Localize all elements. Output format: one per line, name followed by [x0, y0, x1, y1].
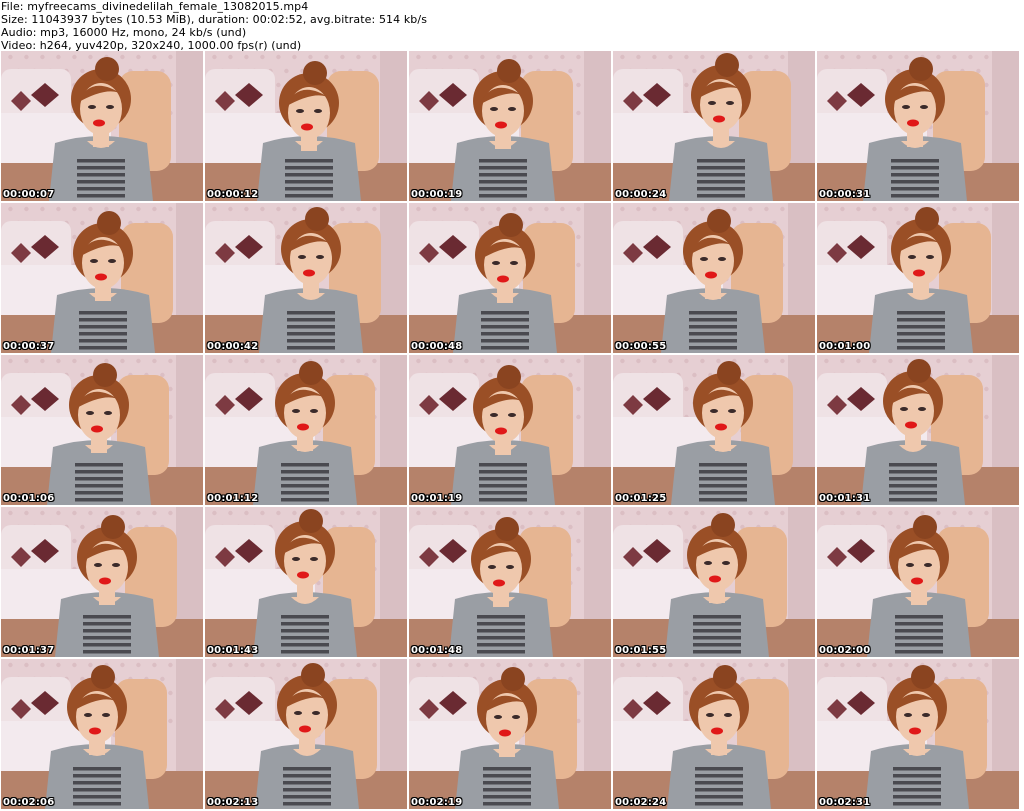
thumbnail-frame-image	[817, 51, 1019, 201]
video-thumbnail: 00:02:13	[205, 659, 407, 809]
video-thumbnail: 00:01:31	[817, 355, 1019, 505]
thumbnail-frame-image	[613, 507, 815, 657]
thumbnail-timestamp: 00:01:19	[411, 493, 463, 504]
thumbnail-timestamp: 00:00:07	[3, 189, 55, 200]
video-thumbnail: 00:00:55	[613, 203, 815, 353]
thumbnail-frame-image	[817, 203, 1019, 353]
thumbnail-frame-image	[1, 659, 203, 809]
thumbnail-frame-image	[1, 203, 203, 353]
video-thumbnail: 00:01:48	[409, 507, 611, 657]
thumbnail-timestamp: 00:02:24	[615, 797, 667, 808]
thumbnail-timestamp: 00:02:06	[3, 797, 55, 808]
thumbnail-timestamp: 00:00:31	[819, 189, 871, 200]
thumbnail-frame-image	[409, 203, 611, 353]
thumbnail-timestamp: 00:02:00	[819, 645, 871, 656]
thumbnail-frame-image	[409, 659, 611, 809]
video-thumbnail: 00:00:37	[1, 203, 203, 353]
video-thumbnail: 00:02:31	[817, 659, 1019, 809]
thumbnail-frame-image	[817, 507, 1019, 657]
thumbnail-frame-image	[409, 51, 611, 201]
video-thumbnail: 00:00:31	[817, 51, 1019, 201]
thumbnail-frame-image	[613, 51, 815, 201]
video-thumbnail: 00:02:00	[817, 507, 1019, 657]
video-thumbnail: 00:02:19	[409, 659, 611, 809]
video-thumbnail: 00:02:24	[613, 659, 815, 809]
file-info-header: File: myfreecams_divinedelilah_female_13…	[0, 0, 1024, 52]
thumbnail-timestamp: 00:01:48	[411, 645, 463, 656]
video-thumbnail: 00:00:19	[409, 51, 611, 201]
thumbnail-timestamp: 00:00:42	[207, 341, 259, 352]
thumbnail-timestamp: 00:02:13	[207, 797, 259, 808]
video-thumbnail: 00:00:24	[613, 51, 815, 201]
thumbnail-timestamp: 00:01:31	[819, 493, 871, 504]
thumbnail-frame-image	[1, 355, 203, 505]
thumbnail-timestamp: 00:00:37	[3, 341, 55, 352]
thumbnail-timestamp: 00:01:43	[207, 645, 259, 656]
thumbnail-timestamp: 00:00:48	[411, 341, 463, 352]
thumbnail-timestamp: 00:00:24	[615, 189, 667, 200]
thumbnail-timestamp: 00:01:06	[3, 493, 55, 504]
video-thumbnail: 00:01:43	[205, 507, 407, 657]
video-thumbnail: 00:00:48	[409, 203, 611, 353]
thumbnail-timestamp: 00:01:12	[207, 493, 259, 504]
video-thumbnail: 00:00:07	[1, 51, 203, 201]
thumbnail-frame-image	[205, 659, 407, 809]
thumbnail-frame-image	[817, 659, 1019, 809]
thumbnail-timestamp: 00:00:19	[411, 189, 463, 200]
thumbnail-timestamp: 00:02:19	[411, 797, 463, 808]
video-thumbnail: 00:01:00	[817, 203, 1019, 353]
video-thumbnail: 00:01:55	[613, 507, 815, 657]
thumbnail-grid: 00:00:07 00:00:12 00:00:19 00:00:24 00:00:31…	[1, 51, 1024, 811]
thumbnail-timestamp: 00:02:31	[819, 797, 871, 808]
video-thumbnail: 00:00:12	[205, 51, 407, 201]
file-name-line: File: myfreecams_divinedelilah_female_13…	[1, 0, 309, 13]
video-thumbnail: 00:01:12	[205, 355, 407, 505]
thumbnail-timestamp: 00:01:00	[819, 341, 871, 352]
thumbnail-timestamp: 00:00:55	[615, 341, 667, 352]
video-thumbnail: 00:01:19	[409, 355, 611, 505]
file-size-line: Size: 11043937 bytes (10.53 MiB), durati…	[1, 13, 428, 26]
thumbnail-frame-image	[205, 507, 407, 657]
thumbnail-frame-image	[817, 355, 1019, 505]
thumbnail-timestamp: 00:01:25	[615, 493, 667, 504]
thumbnail-frame-image	[613, 203, 815, 353]
thumbnail-timestamp: 00:01:37	[3, 645, 55, 656]
thumbnail-frame-image	[409, 507, 611, 657]
thumbnail-frame-image	[205, 51, 407, 201]
thumbnail-frame-image	[1, 51, 203, 201]
thumbnail-frame-image	[613, 659, 815, 809]
video-thumbnail: 00:02:06	[1, 659, 203, 809]
video-thumbnail: 00:01:25	[613, 355, 815, 505]
thumbnail-timestamp: 00:00:12	[207, 189, 259, 200]
thumbnail-frame-image	[1, 507, 203, 657]
video-thumbnail: 00:01:06	[1, 355, 203, 505]
audio-info-line: Audio: mp3, 16000 Hz, mono, 24 kb/s (und…	[1, 26, 247, 39]
thumbnail-frame-image	[205, 203, 407, 353]
thumbnail-frame-image	[613, 355, 815, 505]
thumbnail-frame-image	[409, 355, 611, 505]
thumbnail-frame-image	[205, 355, 407, 505]
thumbnail-timestamp: 00:01:55	[615, 645, 667, 656]
video-thumbnail: 00:01:37	[1, 507, 203, 657]
video-thumbnail: 00:00:42	[205, 203, 407, 353]
